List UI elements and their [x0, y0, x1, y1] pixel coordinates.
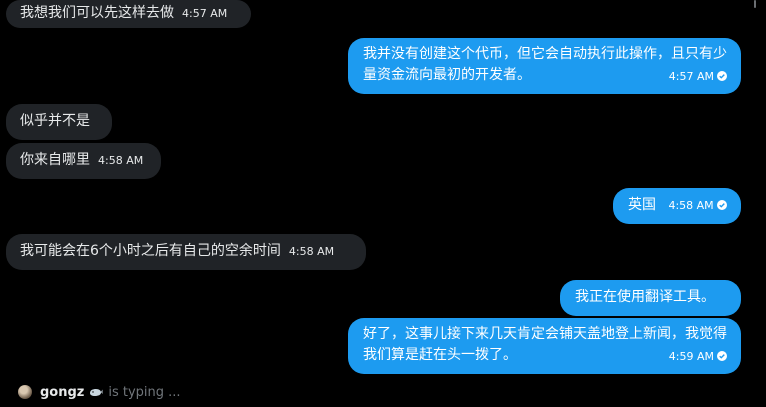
typing-indicator: gongz is typing ... — [18, 382, 181, 402]
sent-check-icon — [717, 351, 727, 361]
typing-status: is typing ... — [108, 384, 181, 400]
message-text: 似乎并不是 — [20, 113, 90, 129]
message-bubble-incoming[interactable]: 你来自哪里 4:58 AM — [6, 143, 161, 179]
whale-icon — [90, 389, 103, 396]
message-bubble-incoming[interactable]: 似乎并不是 — [6, 104, 112, 140]
message-meta: 4:59 AM — [669, 346, 727, 367]
message-text: 英国 — [628, 197, 656, 213]
message-timestamp: 4:58 AM — [98, 154, 144, 167]
message-timestamp: 4:58 AM — [668, 199, 714, 212]
message-timestamp: 4:58 AM — [288, 245, 335, 258]
message-text: 我想我们可以先这样去做 — [20, 5, 174, 21]
message-timestamp: 4:57 AM — [182, 7, 228, 20]
message-text: 我正在使用翻译工具。 — [575, 289, 715, 305]
message-bubble-outgoing[interactable]: 我正在使用翻译工具。 — [560, 280, 741, 316]
message-meta: 4:58 AM — [668, 197, 727, 213]
message-timestamp: 4:59 AM — [668, 350, 714, 363]
avatar[interactable] — [18, 385, 32, 399]
message-bubble-incoming[interactable]: 我可能会在6个小时之后有自己的空余时间 4:58 AM — [6, 234, 366, 270]
message-meta: 4:57 AM — [669, 66, 727, 87]
message-bubble-incoming[interactable]: 我想我们可以先这样去做 4:57 AM — [6, 0, 251, 28]
typing-user-name: gongz — [40, 384, 85, 400]
message-bubble-outgoing[interactable]: 好了，这事儿接下来几天肯定会铺天盖地登上新闻，我觉得我们算是赶在头一拨了。 4:… — [348, 318, 741, 374]
message-text: 你来自哪里 — [20, 152, 90, 168]
message-text: 我可能会在6个小时之后有自己的空余时间 — [20, 243, 281, 259]
message-timestamp: 4:57 AM — [668, 70, 714, 83]
scrollbar[interactable] — [754, 0, 756, 8]
message-bubble-outgoing[interactable]: 我并没有创建这个代币，但它会自动执行此操作，且只有少量资金流向最初的开发者。 4… — [348, 38, 741, 94]
sent-check-icon — [717, 71, 727, 81]
conversation-view: 我想我们可以先这样去做 4:57 AM 我并没有创建这个代币，但它会自动执行此操作… — [0, 0, 766, 407]
sent-check-icon — [716, 200, 727, 210]
message-bubble-outgoing[interactable]: 英国 4:58 AM — [613, 188, 741, 224]
